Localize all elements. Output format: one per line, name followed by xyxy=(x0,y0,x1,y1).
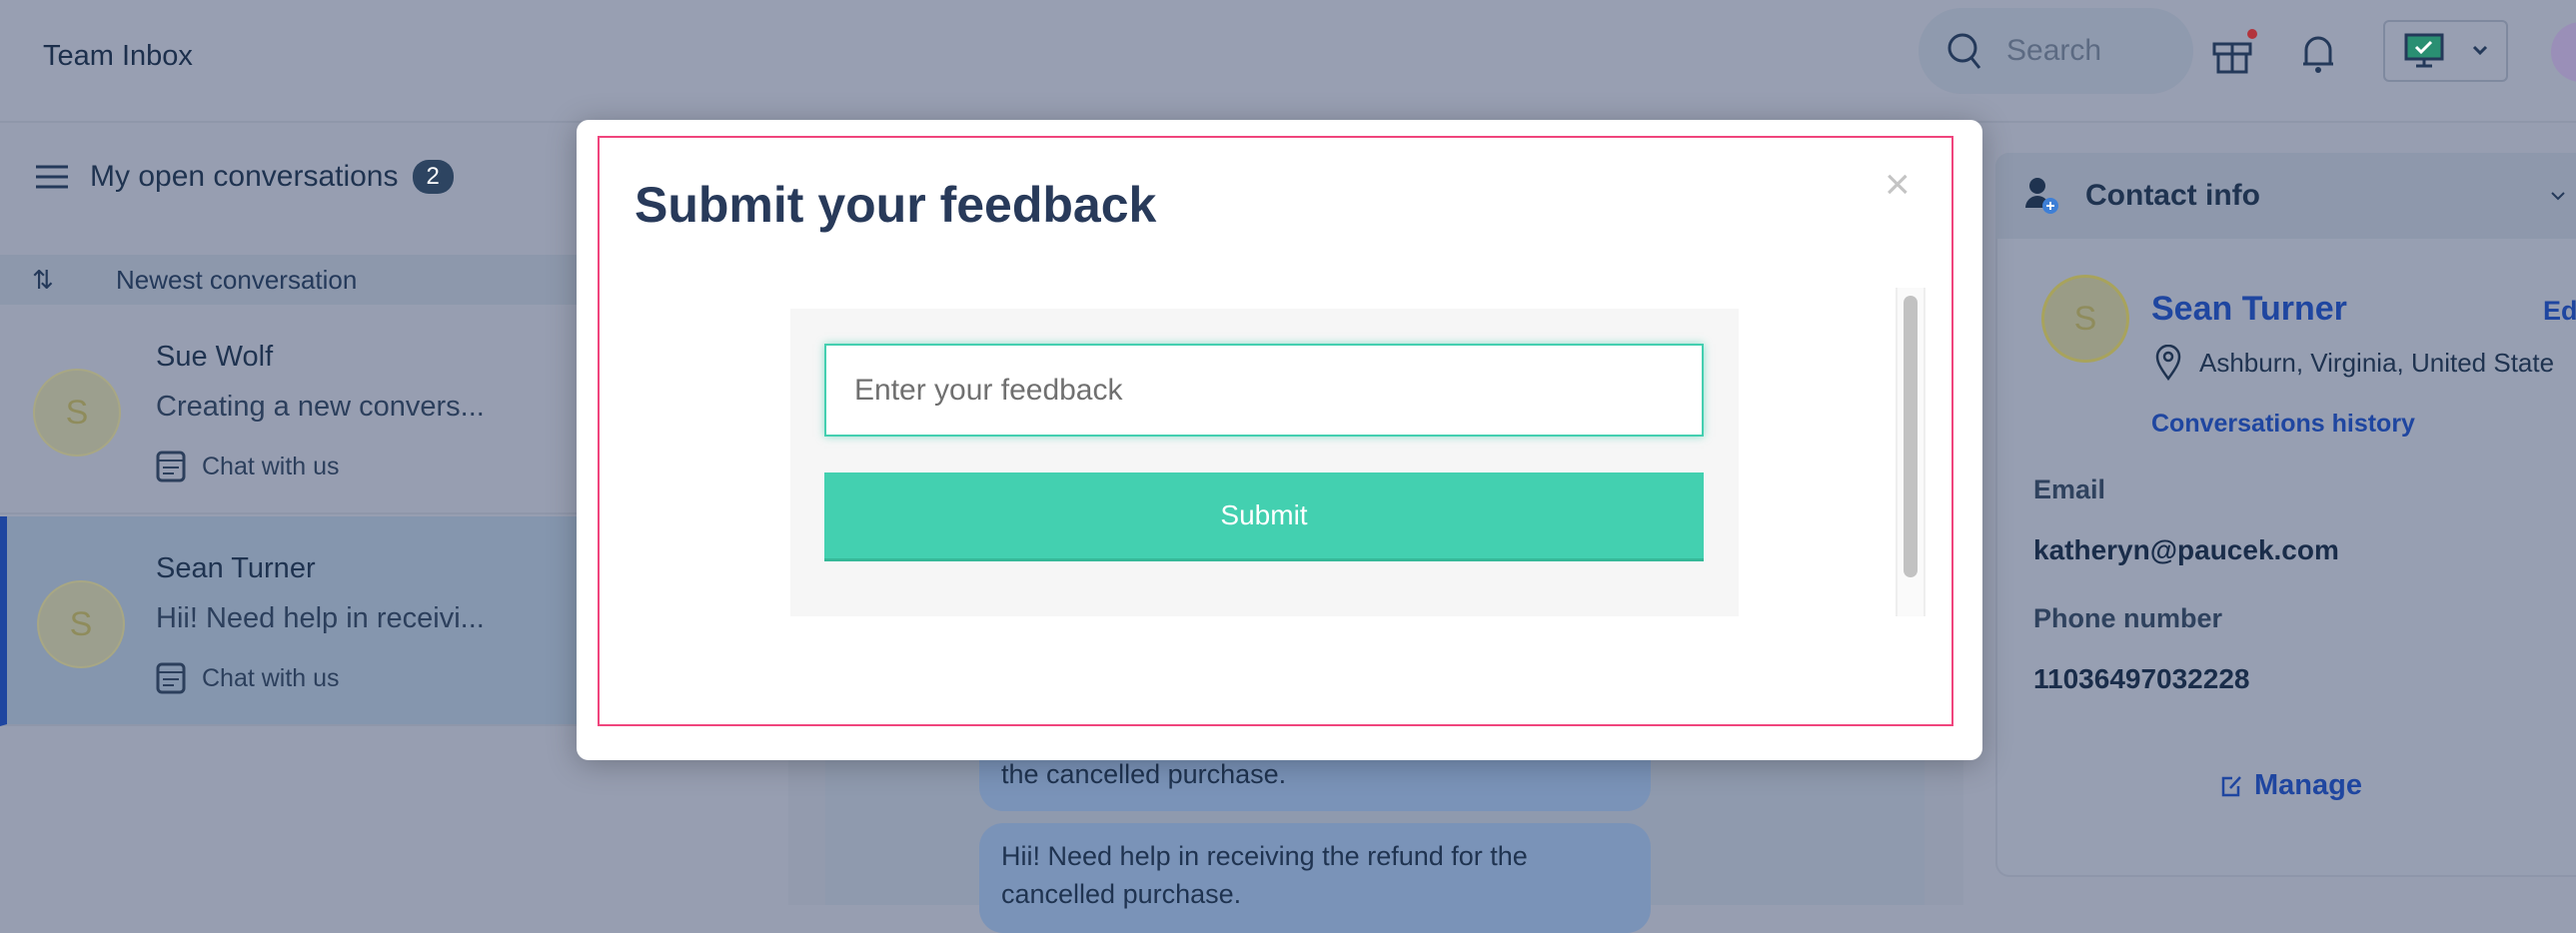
contact-add-icon xyxy=(2025,178,2058,214)
channel-label: Chat with us xyxy=(202,452,340,480)
phone-value: 11036497032228 xyxy=(2033,663,2250,694)
contact-name: Sue Wolf xyxy=(156,341,274,373)
edit-link[interactable]: Ed xyxy=(2543,296,2576,327)
manage-label: Manage xyxy=(2254,769,2362,801)
status-dropdown[interactable] xyxy=(2383,20,2508,82)
sort-label: Newest conversation xyxy=(116,264,358,295)
contact-name: Sean Turner xyxy=(156,552,316,584)
avatar: S xyxy=(37,580,125,668)
chat-widget-icon xyxy=(156,451,186,482)
conversations-history-link[interactable]: Conversations history xyxy=(2151,410,2415,439)
search-icon xyxy=(1947,33,1981,69)
channel: Chat with us xyxy=(156,451,340,482)
submit-button[interactable]: Submit xyxy=(824,472,1704,561)
chevron-down-icon xyxy=(2472,45,2487,56)
modal-title: Submit your feedback xyxy=(635,177,1157,233)
list-header: My open conversations 2 xyxy=(36,160,454,194)
contact-name[interactable]: Sean Turner xyxy=(2151,290,2347,329)
email-label: Email xyxy=(2033,474,2106,504)
gift-icon[interactable] xyxy=(2210,28,2260,76)
avatar: S xyxy=(33,369,121,457)
contact-info-header[interactable]: Contact info xyxy=(1995,153,2576,239)
phone-label: Phone number xyxy=(2033,603,2223,633)
message-preview: Creating a new convers... xyxy=(156,391,485,423)
feedback-input[interactable] xyxy=(824,344,1704,437)
location-text: Ashburn, Virginia, United State xyxy=(2199,347,2555,378)
external-edit-icon xyxy=(2221,775,2241,796)
monitor-check-icon xyxy=(2404,33,2443,68)
contact-avatar: S xyxy=(2041,275,2129,363)
sort-icon: ⇅ xyxy=(32,264,54,295)
location-pin-icon xyxy=(2155,345,2181,381)
count-badge: 2 xyxy=(412,160,454,194)
search-box[interactable]: Search xyxy=(1919,8,2193,94)
email-value: katheryn@paucek.com xyxy=(2033,534,2339,565)
close-icon[interactable]: × xyxy=(1885,160,1911,210)
app-title: Team Inbox xyxy=(43,40,193,72)
bell-icon[interactable] xyxy=(2300,30,2336,76)
menu-icon[interactable] xyxy=(36,164,68,190)
manage-button[interactable]: Manage xyxy=(2220,769,2362,802)
location: Ashburn, Virginia, United State xyxy=(2155,345,2554,381)
channel-label: Chat with us xyxy=(202,663,340,692)
search-placeholder: Search xyxy=(2006,34,2102,67)
message-bubble: Hii! Need help in receiving the refund f… xyxy=(979,823,1651,933)
scrollbar-thumb[interactable] xyxy=(1904,296,1918,577)
chat-widget-icon xyxy=(156,662,186,694)
channel: Chat with us xyxy=(156,662,340,694)
contact-info-title: Contact info xyxy=(2085,179,2260,212)
message-preview: Hii! Need help in receivi... xyxy=(156,602,485,634)
chevron-down-icon[interactable] xyxy=(2550,191,2566,203)
list-title: My open conversations xyxy=(90,160,399,193)
